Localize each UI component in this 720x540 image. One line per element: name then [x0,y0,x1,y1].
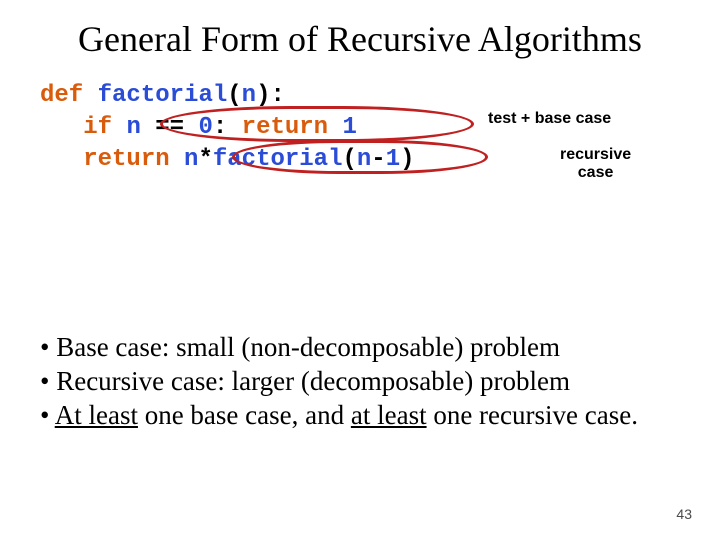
code-line-3: return n*factorial(n-1) [40,144,415,176]
param-n: n [242,82,256,109]
code-line-2: if n == 0: return 1 [40,112,415,144]
code-line-1: def factorial(n): [40,80,415,112]
label-recursive: recursive [560,146,631,163]
rparen: ) [256,82,270,109]
code-block: def factorial(n): if n == 0: return 1 re… [40,80,415,176]
kw-if: if [83,114,112,141]
op-star: * [198,146,212,173]
bullet-3: • At least one base case, and at least o… [36,398,680,432]
rparen2: ) [400,146,414,173]
lparen: ( [227,82,241,109]
bullet-2: • Recursive case: larger (decomposable) … [36,364,680,398]
bullet-3-prefix: • [40,400,55,430]
kw-return-2: return [83,146,169,173]
slide-title: General Form of Recursive Algorithms [0,0,720,60]
lit-zero: 0 [198,114,212,141]
var-n-3: n [357,146,371,173]
bullet-3-suffix: one recursive case. [427,400,638,430]
label-case: case [578,164,614,181]
lit-one-2: 1 [386,146,400,173]
bullet-3-mid: one base case, and [138,400,351,430]
fn-name: factorial [98,82,228,109]
kw-return-1: return [242,114,328,141]
var-n: n [126,114,140,141]
bullet-list: • Base case: small (non-decomposable) pr… [36,330,680,432]
bullet-3-underline-1: At least [55,400,138,430]
colon: : [270,82,284,109]
op-eq: == [141,114,199,141]
lit-one: 1 [343,114,357,141]
lparen2: ( [342,146,356,173]
page-number: 43 [676,506,692,522]
var-n-2: n [184,146,198,173]
colon2: : [213,114,227,141]
kw-def: def [40,82,83,109]
label-recursive-case: recursive case [560,146,631,182]
bullet-1: • Base case: small (non-decomposable) pr… [36,330,680,364]
bullet-3-underline-2: at least [351,400,427,430]
label-test-base-case: test + base case [488,110,611,128]
op-minus: - [371,146,385,173]
fn-call: factorial [213,146,343,173]
slide: General Form of Recursive Algorithms def… [0,0,720,540]
